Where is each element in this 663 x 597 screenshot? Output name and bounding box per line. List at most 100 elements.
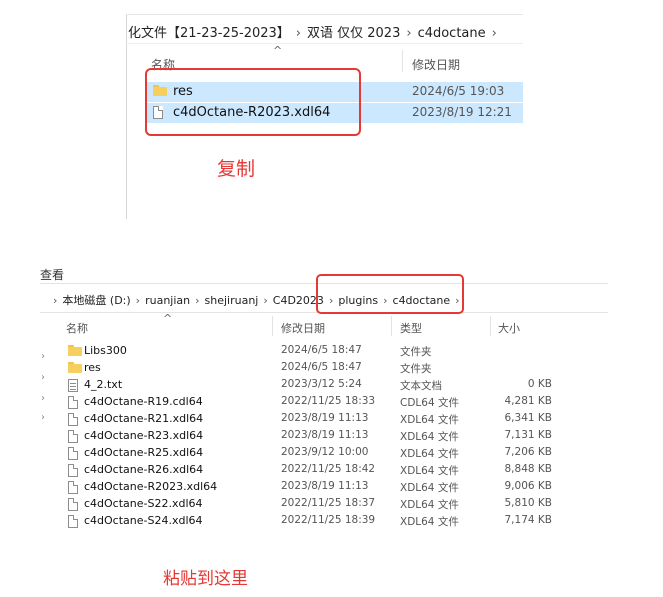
file-type: XDL64 文件 <box>400 499 459 511</box>
file-date: 2023/3/12 5:24 <box>281 378 362 390</box>
file-row[interactable]: c4dOctane-R2023.xdl64 2023/8/19 11:13 XD… <box>64 479 564 496</box>
file-date: 2022/11/25 18:37 <box>281 497 376 509</box>
file-name: c4dOctane-R26.xdl64 <box>84 463 204 476</box>
file-name: c4dOctane-R21.xdl64 <box>84 412 204 425</box>
breadcrumb-separator-icon: › <box>263 294 268 307</box>
file-date: 2022/11/25 18:39 <box>281 514 376 526</box>
file-type: 文件夹 <box>400 346 432 358</box>
column-divider[interactable] <box>391 316 392 336</box>
nav-pane-arrow-icon[interactable]: › <box>41 372 45 383</box>
column-divider[interactable] <box>402 50 403 72</box>
column-header-modified[interactable]: 修改日期 <box>281 320 325 336</box>
file-type: 文本文档 <box>400 380 442 392</box>
breadcrumb-item[interactable]: shejiruanj <box>205 294 259 307</box>
breadcrumb-item[interactable]: 本地磁盘 (D:) <box>62 294 130 307</box>
file-row[interactable]: Libs300 2024/6/5 18:47 文件夹 <box>64 343 564 360</box>
column-header-name[interactable]: 名称 <box>66 320 88 336</box>
file-icon <box>68 447 78 460</box>
file-date: 2024/6/5 19:03 <box>412 84 505 98</box>
top-divider <box>126 43 523 44</box>
file-icon <box>68 413 78 426</box>
text-file-icon <box>68 379 78 392</box>
file-size: 7,174 KB <box>504 514 553 526</box>
file-name: res <box>84 361 101 374</box>
file-row[interactable]: res 2024/6/5 18:47 文件夹 <box>64 360 564 377</box>
file-row[interactable]: c4dOctane-S22.xdl64 2022/11/25 18:37 XDL… <box>64 496 564 513</box>
file-size: 8,848 KB <box>504 463 553 475</box>
file-type: XDL64 文件 <box>400 448 459 460</box>
file-type: XDL64 文件 <box>400 465 459 477</box>
file-size: 7,131 KB <box>504 429 553 441</box>
file-type: XDL64 文件 <box>400 414 459 426</box>
breadcrumb-separator-icon: › <box>295 26 301 41</box>
file-row[interactable]: c4dOctane-R19.cdl64 2022/11/25 18:33 CDL… <box>64 394 564 411</box>
top-breadcrumb: 化文件【21-23-25-2023】 › 双语 仅仅 2023 › c4doctane › <box>128 22 503 41</box>
annotation-caption-paste: 粘贴到这里 <box>163 569 248 589</box>
file-icon <box>68 498 78 511</box>
file-size: 0 KB <box>527 378 552 390</box>
column-divider[interactable] <box>490 316 491 336</box>
breadcrumb-separator-icon: › <box>53 294 58 307</box>
annotation-caption-copy: 复制 <box>217 158 256 180</box>
nav-pane-arrow-icon[interactable]: › <box>41 412 45 423</box>
file-icon <box>68 396 78 409</box>
file-name: c4dOctane-R25.xdl64 <box>84 446 204 459</box>
file-row[interactable]: c4dOctane-R26.xdl64 2022/11/25 18:42 XDL… <box>64 462 564 479</box>
file-date: 2022/11/25 18:33 <box>281 395 376 407</box>
breadcrumb-separator-icon: › <box>135 294 141 307</box>
sort-arrow-icon: ^ <box>163 312 173 325</box>
file-row[interactable]: c4dOctane-R21.xdl64 2023/8/19 11:13 XDL6… <box>64 411 564 428</box>
folder-icon <box>68 362 82 373</box>
file-type: 文件夹 <box>400 363 432 375</box>
file-size: 4,281 KB <box>504 395 553 407</box>
breadcrumb-item[interactable]: 化文件【21-23-25-2023】 <box>128 26 290 41</box>
breadcrumb-separator-icon: › <box>406 26 412 41</box>
top-window-border <box>126 14 127 219</box>
file-size: 9,006 KB <box>504 480 553 492</box>
breadcrumb-separator-icon: › <box>195 294 200 307</box>
file-name: Libs300 <box>84 344 127 357</box>
bottom-window-title: 查看 <box>40 268 65 282</box>
file-icon <box>68 515 78 528</box>
file-name: c4dOctane-R2023.xdl64 <box>84 480 218 493</box>
file-size: 5,810 KB <box>504 497 553 509</box>
breadcrumb-item[interactable]: 双语 仅仅 2023 <box>307 26 400 41</box>
file-row[interactable]: c4dOctane-R25.xdl64 2023/9/12 10:00 XDL6… <box>64 445 564 462</box>
column-header-type[interactable]: 类型 <box>400 320 422 336</box>
breadcrumb-item[interactable]: ruanjian <box>145 294 190 307</box>
annotation-box-path <box>316 274 464 314</box>
file-row[interactable]: 4_2.txt 2023/3/12 5:24 文本文档 0 KB <box>64 377 564 394</box>
nav-pane-arrow-icon[interactable]: › <box>41 351 45 362</box>
file-date: 2023/8/19 11:13 <box>281 480 369 492</box>
file-icon <box>68 430 78 443</box>
folder-icon <box>68 345 82 356</box>
file-date: 2024/6/5 18:47 <box>281 344 362 356</box>
column-header-modified[interactable]: 修改日期 <box>412 56 460 73</box>
file-type: XDL64 文件 <box>400 482 459 494</box>
breadcrumb-separator-icon: › <box>491 26 497 41</box>
file-date: 2023/8/19 11:13 <box>281 412 369 424</box>
breadcrumb-item[interactable]: c4doctane <box>418 26 486 41</box>
file-name: c4dOctane-S24.xdl64 <box>84 514 203 527</box>
file-date: 2023/8/19 11:13 <box>281 429 369 441</box>
top-window-border-top <box>126 14 523 15</box>
file-type: XDL64 文件 <box>400 431 459 443</box>
nav-pane-arrow-icon[interactable]: › <box>41 393 45 404</box>
column-header-size[interactable]: 大小 <box>498 320 520 336</box>
file-name: c4dOctane-R23.xdl64 <box>84 429 204 442</box>
file-icon <box>68 464 78 477</box>
sort-arrow-icon: ^ <box>273 44 283 57</box>
column-divider[interactable] <box>272 316 273 336</box>
file-type: XDL64 文件 <box>400 516 459 528</box>
file-icon <box>68 481 78 494</box>
file-size: 6,341 KB <box>504 412 553 424</box>
file-date: 2022/11/25 18:42 <box>281 463 376 475</box>
file-date: 2024/6/5 18:47 <box>281 361 362 373</box>
file-type: CDL64 文件 <box>400 397 459 409</box>
file-row[interactable]: c4dOctane-R23.xdl64 2023/8/19 11:13 XDL6… <box>64 428 564 445</box>
file-row[interactable]: c4dOctane-S24.xdl64 2022/11/25 18:39 XDL… <box>64 513 564 530</box>
annotation-box-copy <box>145 68 361 136</box>
file-name: c4dOctane-R19.cdl64 <box>84 395 203 408</box>
file-date: 2023/8/19 12:21 <box>412 105 512 119</box>
file-size: 7,206 KB <box>504 446 553 458</box>
